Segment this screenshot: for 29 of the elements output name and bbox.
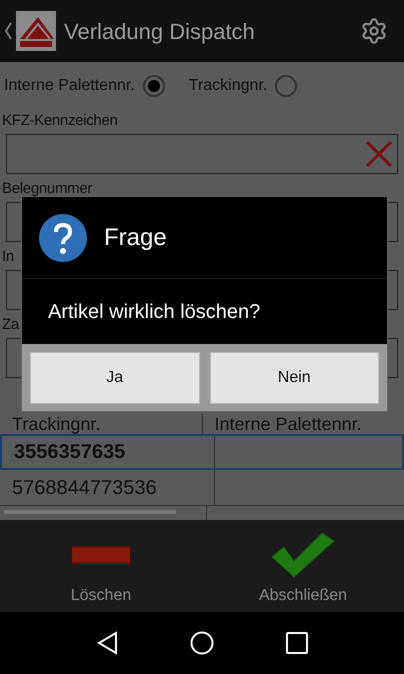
question-icon xyxy=(38,212,88,262)
table-row[interactable]: 5768844773536 xyxy=(0,470,404,506)
field-label: In xyxy=(2,248,15,266)
field-label: Za xyxy=(2,316,20,334)
dialog-button[interactable]: Ja xyxy=(30,352,200,404)
action-button[interactable]: Abschließen xyxy=(202,520,404,612)
radio-button[interactable] xyxy=(142,75,165,97)
table-cell: 5768844773536 xyxy=(0,470,214,505)
radio-label: Trackingnr. xyxy=(188,76,268,96)
radio-label: Interne Palettennr. xyxy=(4,76,135,96)
home-icon[interactable] xyxy=(190,631,214,655)
column-header: Interne Palettennr. xyxy=(214,414,363,434)
column-header: Trackingnr. xyxy=(0,414,202,434)
checkmark-icon xyxy=(270,531,336,579)
app-logo-icon[interactable] xyxy=(16,11,56,51)
radio-button[interactable] xyxy=(275,75,298,97)
table-cell: 3556357635 xyxy=(2,436,214,468)
minus-icon xyxy=(72,546,130,564)
field-label: KFZ-Kennzeichen xyxy=(2,112,119,130)
action-button[interactable]: Löschen xyxy=(0,520,202,612)
dialog-button[interactable]: Nein xyxy=(210,352,379,404)
table-row[interactable]: 3556357635 xyxy=(0,434,404,470)
field-label: Belegnummer xyxy=(2,180,94,198)
screen-title: Verladung Dispatch xyxy=(64,18,256,46)
dialog-title: Frage xyxy=(104,222,167,252)
recents-icon[interactable] xyxy=(286,632,308,654)
dialog-message: Artikel wirklich löschen? xyxy=(48,300,260,324)
settings-icon[interactable] xyxy=(360,17,388,45)
input-field[interactable] xyxy=(6,134,398,174)
